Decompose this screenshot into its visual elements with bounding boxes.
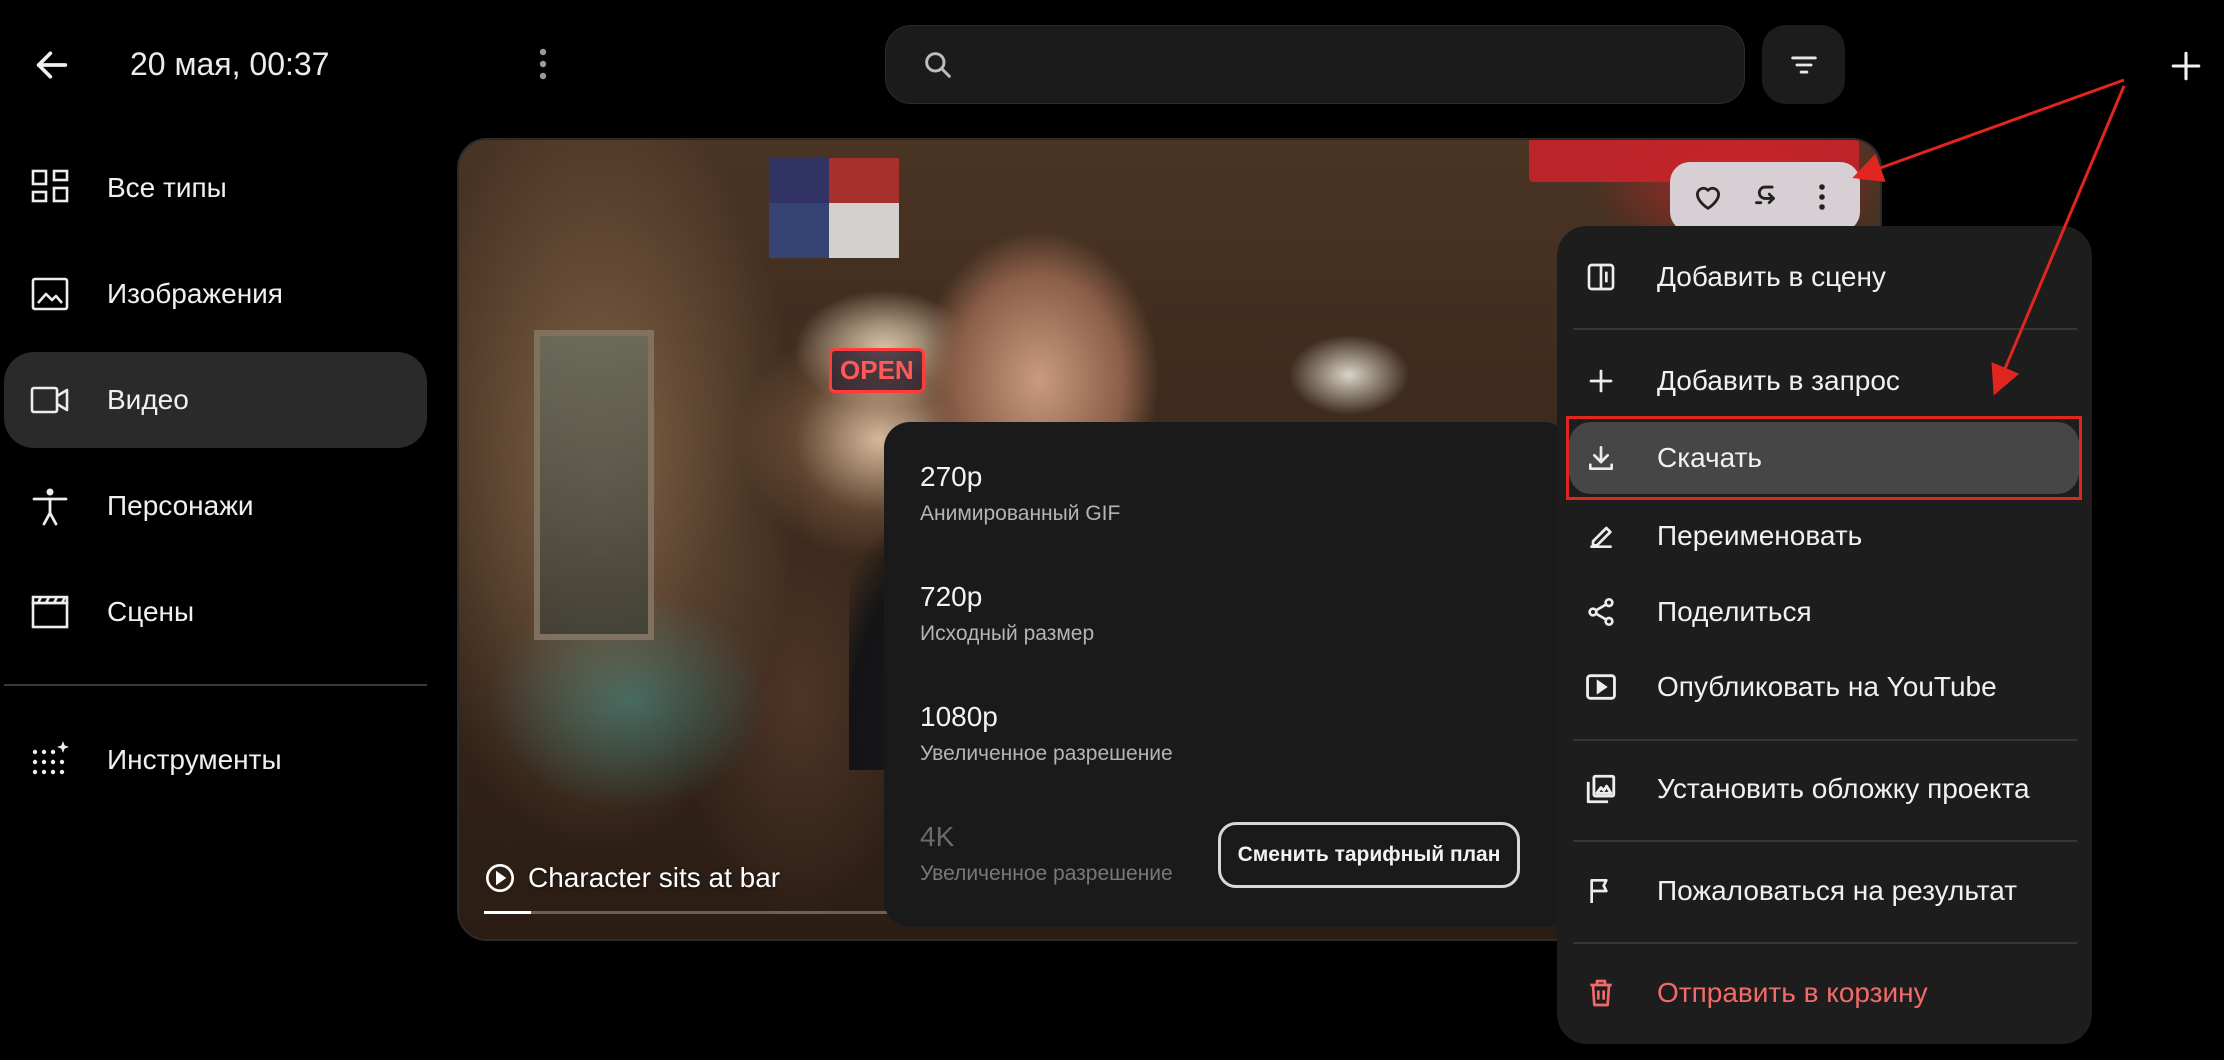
sidebar-item-all-types[interactable]: Все типы (4, 140, 427, 236)
menu-item-label: Установить обложку проекта (1657, 773, 2030, 804)
sidebar-item-scenes[interactable]: Сцены (4, 564, 427, 660)
sidebar-item-label: Персонажи (107, 490, 254, 521)
grid-icon (31, 169, 69, 203)
more-options-button[interactable] (1798, 173, 1846, 221)
download-option-720p[interactable]: 720p Исходный размер (920, 580, 1094, 648)
context-menu: Добавить в сцену Добавить в запрос Скача… (1557, 226, 2092, 1044)
sidebar-item-video[interactable]: Видео (4, 352, 427, 448)
sidebar-item-characters[interactable]: Персонажи (4, 458, 427, 554)
video-caption: Character sits at bar (484, 862, 780, 894)
cover-image-icon (1583, 771, 1619, 807)
download-option-resolution: 4K (920, 821, 955, 852)
menu-item-download[interactable]: Скачать (1569, 422, 2079, 494)
filter-icon (1790, 56, 1817, 74)
download-option-270p[interactable]: 270p Анимированный GIF (920, 460, 1120, 528)
menu-item-add-to-prompt[interactable]: Добавить в запрос (1569, 345, 2079, 417)
sidebar-item-label: Изображения (107, 278, 283, 309)
reuse-arrow-icon (1755, 185, 1775, 205)
download-option-description: Анимированный GIF (920, 502, 1121, 525)
reuse-button[interactable] (1741, 173, 1789, 221)
arrow-left-icon (36, 51, 68, 79)
menu-divider (1573, 840, 2077, 842)
add-to-scene-icon (1583, 259, 1619, 295)
menu-item-label: Переименовать (1657, 520, 1863, 551)
sidebar-item-label: Видео (107, 384, 189, 415)
download-option-resolution: 1080p (920, 701, 998, 732)
menu-item-label: Скачать (1657, 442, 1762, 473)
download-resolution-menu: 270p Анимированный GIF 720p Исходный раз… (884, 422, 1570, 927)
search-icon (925, 51, 951, 78)
filter-button[interactable] (1762, 25, 1845, 104)
heart-icon (1696, 186, 1721, 210)
sidebar-item-images[interactable]: Изображения (4, 246, 427, 342)
video-progress-fill (484, 911, 532, 914)
fridge-decoration (534, 330, 654, 640)
sidebar-item-tools[interactable]: Инструменты (4, 712, 427, 808)
favorite-button[interactable] (1684, 173, 1732, 221)
plus-icon (1583, 363, 1619, 399)
new-button[interactable] (2160, 40, 2212, 92)
share-icon (1583, 594, 1619, 630)
sidebar-divider (4, 684, 427, 686)
person-icon (32, 488, 68, 526)
download-option-4k: 4K Увеличенное разрешение (920, 820, 1173, 888)
page-title: 20 мая, 00:37 (130, 46, 330, 82)
flag-canton-decoration (769, 158, 829, 258)
menu-item-share[interactable]: Поделиться (1569, 576, 2079, 648)
menu-item-label: Добавить в сцену (1657, 261, 1886, 292)
menu-divider (1573, 328, 2077, 330)
download-option-resolution: 720p (920, 581, 983, 612)
menu-item-report[interactable]: Пожаловаться на результат (1569, 855, 2079, 927)
menu-item-add-to-scene[interactable]: Добавить в сцену (1569, 241, 2079, 313)
menu-item-label: Отправить в корзину (1657, 977, 1928, 1008)
menu-item-label: Пожаловаться на результат (1657, 875, 2018, 906)
upgrade-plan-button[interactable]: Сменить тарифный план (1218, 822, 1520, 888)
sparkle-dots-icon (32, 741, 69, 775)
search-input[interactable] (972, 34, 1744, 95)
download-option-description: Увеличенное разрешение (920, 862, 1173, 885)
open-sign: OPEN (829, 348, 925, 393)
sidebar-item-label: Все типы (107, 172, 227, 203)
plus-icon (2171, 51, 2201, 81)
menu-item-label: Добавить в запрос (1657, 365, 1900, 396)
play-circle-icon (486, 864, 514, 892)
clapperboard-icon (31, 595, 69, 629)
video-caption-text: Character sits at bar (528, 862, 781, 893)
sidebar-item-label: Сцены (107, 596, 195, 627)
youtube-play-icon (1583, 669, 1619, 705)
download-option-resolution: 270p (920, 461, 983, 492)
back-button[interactable] (22, 42, 82, 88)
menu-divider (1573, 942, 2077, 944)
more-vertical-icon (1818, 184, 1825, 210)
download-option-description: Увеличенное разрешение (920, 742, 1173, 765)
video-camera-icon (30, 386, 69, 414)
title-more-button[interactable] (527, 44, 559, 84)
menu-item-move-to-trash[interactable]: Отправить в корзину (1569, 957, 2079, 1029)
menu-divider (1573, 739, 2077, 741)
menu-item-publish-youtube[interactable]: Опубликовать на YouTube (1569, 651, 2079, 723)
menu-item-rename[interactable]: Переименовать (1569, 500, 2079, 572)
trash-icon (1583, 975, 1619, 1011)
more-vertical-icon (539, 48, 547, 80)
sidebar-item-label: Инструменты (107, 744, 282, 775)
flag-icon (1583, 873, 1619, 909)
download-option-1080p[interactable]: 1080p Увеличенное разрешение (920, 700, 1173, 768)
annotation-arrow-to-more-button (1852, 78, 2125, 182)
menu-item-set-project-cover[interactable]: Установить обложку проекта (1569, 753, 2079, 825)
pencil-icon (1583, 518, 1619, 554)
video-progress-bar[interactable] (484, 911, 894, 914)
download-option-description: Исходный размер (920, 622, 1095, 645)
download-icon (1583, 440, 1619, 476)
image-icon (31, 277, 69, 311)
video-action-bar (1670, 162, 1860, 232)
menu-item-label: Опубликовать на YouTube (1657, 671, 1997, 702)
menu-item-label: Поделиться (1657, 596, 1812, 627)
search-bar[interactable] (885, 25, 1745, 104)
